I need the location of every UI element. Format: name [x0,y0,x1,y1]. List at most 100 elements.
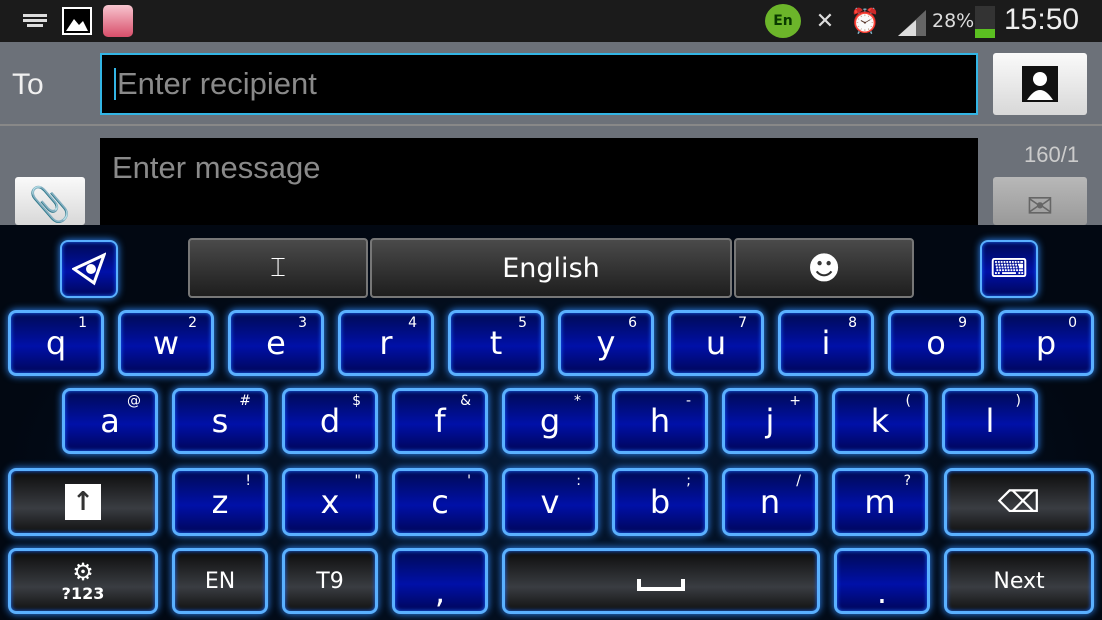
backspace-key[interactable]: ⌫ [944,468,1094,536]
message-input[interactable]: Enter message [100,138,978,225]
key-label: h [649,402,671,440]
key-alt-label: 6 [628,315,637,331]
key-m[interactable]: m? [832,468,928,536]
period-key[interactable]: . [834,548,930,614]
key-label: EN [204,568,236,594]
recipient-input[interactable]: Enter recipient [100,53,978,115]
next-key[interactable]: Next [944,548,1094,614]
mute-icon: ✕ [815,8,835,34]
key-alt-label: / [796,473,801,489]
alarm-icon: ⏰ [850,7,880,35]
key-label: s [211,402,229,440]
to-label: To [12,68,44,101]
key-d[interactable]: d $ [282,388,378,454]
key-alt-label: ! [245,473,251,489]
divider [0,124,1102,126]
key-b[interactable]: b; [612,468,708,536]
text-edit-button[interactable]: ⌶ [188,238,368,298]
key-alt-label: 5 [518,315,527,331]
battery-percent: 28% [932,10,975,32]
language-button[interactable]: English [370,238,732,298]
key-o[interactable]: o9 [888,310,984,376]
key-e[interactable]: e3 [228,310,324,376]
shift-icon: ↑ [65,484,101,520]
key-label: Next [993,568,1045,594]
key-alt-label: ? [903,473,911,489]
key-label: a [100,402,120,440]
key-f[interactable]: f & [392,388,488,454]
key-alt-label: 9 [958,315,967,331]
key-label: b [649,483,671,521]
key-k[interactable]: k( [832,388,928,454]
key-j[interactable]: j + [722,388,818,454]
key-n[interactable]: n / [722,468,818,536]
app-notification-icon [103,5,133,37]
key-h[interactable]: h- [612,388,708,454]
logo-icon [72,252,106,286]
key-w[interactable]: w2 [118,310,214,376]
key-p[interactable]: p0 [998,310,1094,376]
key-alt-label: 7 [738,315,747,331]
key-r[interactable]: r4 [338,310,434,376]
language-key[interactable]: EN [172,548,268,614]
key-alt-label: $ [352,393,361,409]
key-label: j [765,402,775,440]
key-label: , [434,573,446,611]
space-icon [637,579,685,591]
contact-icon [1022,66,1058,102]
key-label: m [864,483,896,521]
key-alt-label: 0 [1068,315,1077,331]
key-q[interactable]: q1 [8,310,104,376]
key-label: o [926,324,946,362]
clock: 15:50 [1004,3,1080,36]
hide-keyboard-button[interactable]: ⌨ [980,240,1038,298]
key-label: n [759,483,781,521]
compose-area: To Enter recipient Enter message 160/1 📎… [0,42,1102,225]
key-label: w [152,324,180,362]
send-icon: ✉ [1026,187,1054,225]
recipient-placeholder: Enter recipient [117,66,317,101]
key-i[interactable]: i8 [778,310,874,376]
symbols-label: ?123 [61,583,105,603]
key-a[interactable]: a @ [62,388,158,454]
key-alt-label: 8 [848,315,857,331]
key-label: l [985,402,995,440]
key-y[interactable]: y6 [558,310,654,376]
key-c[interactable]: c ' [392,468,488,536]
attach-button[interactable]: 📎 [15,177,85,225]
key-alt-label: # [239,393,251,409]
key-label: f [434,402,446,440]
key-label: y [596,324,616,362]
key-v[interactable]: v: [502,468,598,536]
key-alt-label: @ [127,393,141,409]
send-button[interactable]: ✉ [993,177,1087,225]
key-label: z [211,483,229,521]
key-g[interactable]: g * [502,388,598,454]
key-alt-label: + [789,393,801,409]
paperclip-icon: 📎 [28,185,72,225]
key-z[interactable]: z! [172,468,268,536]
key-label: p [1035,324,1057,362]
key-label: x [320,483,340,521]
space-key[interactable] [502,548,820,614]
gallery-icon [62,7,92,35]
shift-key[interactable]: ↑ [8,468,158,536]
key-l[interactable]: l) [942,388,1038,454]
key-alt-label: ; [686,473,691,489]
contacts-button[interactable] [993,53,1087,115]
key-s[interactable]: s # [172,388,268,454]
key-x[interactable]: x " [282,468,378,536]
key-label: c [431,483,449,521]
backspace-icon: ⌫ [997,484,1041,520]
key-u[interactable]: u7 [668,310,764,376]
key-label: r [379,324,393,362]
key-t[interactable]: t5 [448,310,544,376]
keyboard-logo-button[interactable] [60,240,118,298]
key-alt-label: - [685,393,691,409]
symbols-key[interactable]: ⚙ ?123 [8,548,158,614]
comma-key[interactable]: , [392,548,488,614]
key-label: u [705,324,727,362]
t9-key[interactable]: T9 [282,548,378,614]
emoji-button[interactable]: ☻ [734,238,914,298]
key-label: g [539,402,561,440]
